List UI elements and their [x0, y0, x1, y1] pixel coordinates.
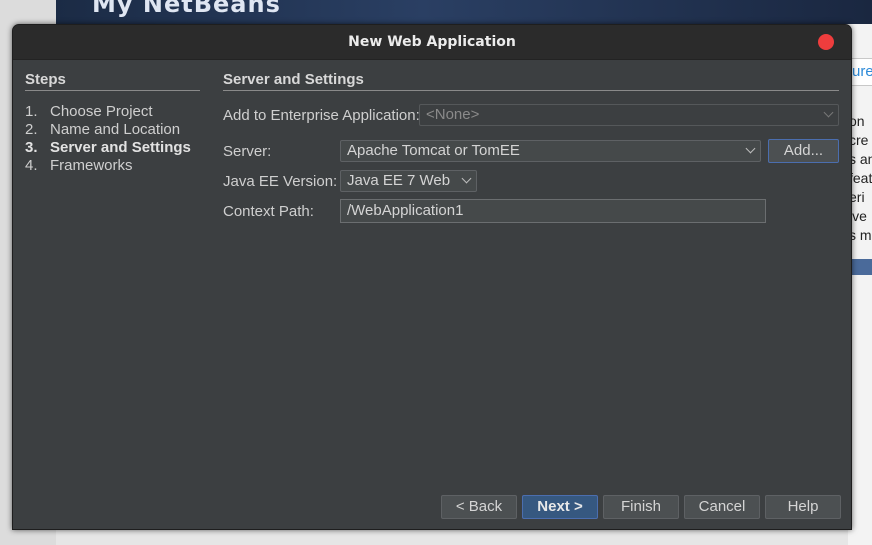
background-text-line: ive: [849, 208, 867, 224]
javaee-version-label: Java EE Version:: [223, 173, 338, 190]
background-banner: My NetBeans: [56, 0, 872, 24]
javaee-version-dropdown[interactable]: Java EE 7 Web: [340, 170, 477, 192]
back-button[interactable]: < Back: [441, 495, 517, 519]
background-text-line: s ma: [849, 227, 872, 243]
enterprise-app-dropdown[interactable]: <None>: [419, 104, 839, 126]
steps-list: 1. Choose Project 2. Name and Location 3…: [25, 103, 200, 175]
context-path-field[interactable]: /WebApplication1: [340, 199, 766, 223]
background-text-line: cre: [849, 132, 869, 148]
step-choose-project: 1. Choose Project: [25, 103, 200, 121]
step-label: Choose Project: [50, 103, 153, 120]
dialog-titlebar[interactable]: New Web Application: [13, 25, 851, 60]
background-text-line: on: [849, 113, 865, 129]
steps-heading: Steps: [25, 71, 200, 91]
finish-button[interactable]: Finish: [603, 495, 679, 519]
next-button[interactable]: Next >: [522, 495, 598, 519]
background-banner-title: My NetBeans: [92, 0, 281, 18]
chevron-down-icon: [745, 143, 756, 154]
help-button[interactable]: Help: [765, 495, 841, 519]
enterprise-app-value: <None>: [426, 106, 480, 123]
cancel-button[interactable]: Cancel: [684, 495, 760, 519]
close-icon[interactable]: [818, 34, 834, 50]
step-number: 1.: [25, 103, 38, 120]
step-server-and-settings: 3. Server and Settings: [25, 139, 200, 157]
chevron-down-icon: [823, 107, 834, 118]
javaee-version-value: Java EE 7 Web: [347, 172, 451, 189]
step-frameworks: 4. Frameworks: [25, 157, 200, 175]
add-server-button[interactable]: Add...: [768, 139, 839, 163]
background-text-line: eri: [849, 189, 865, 205]
step-number: 4.: [25, 157, 38, 174]
steps-panel: Steps 1. Choose Project 2. Name and Loca…: [25, 71, 200, 175]
background-text-line: s an: [849, 151, 872, 167]
new-web-application-dialog: New Web Application Steps 1. Choose Proj…: [12, 24, 852, 530]
chevron-down-icon: [461, 173, 472, 184]
step-number: 3.: [25, 139, 38, 156]
dialog-title: New Web Application: [348, 34, 516, 50]
context-path-label: Context Path:: [223, 203, 314, 220]
step-number: 2.: [25, 121, 38, 138]
server-label: Server:: [223, 143, 272, 160]
server-dropdown[interactable]: Apache Tomcat or TomEE: [340, 140, 761, 162]
step-label: Name and Location: [50, 121, 181, 138]
server-value: Apache Tomcat or TomEE: [347, 142, 520, 159]
step-label: Server and Settings: [50, 139, 191, 156]
enterprise-app-label: Add to Enterprise Application:: [223, 107, 420, 124]
background-text-line: feat: [849, 170, 872, 186]
step-label: Frameworks: [50, 157, 133, 174]
step-name-and-location: 2. Name and Location: [25, 121, 200, 139]
section-title: Server and Settings: [223, 71, 839, 91]
